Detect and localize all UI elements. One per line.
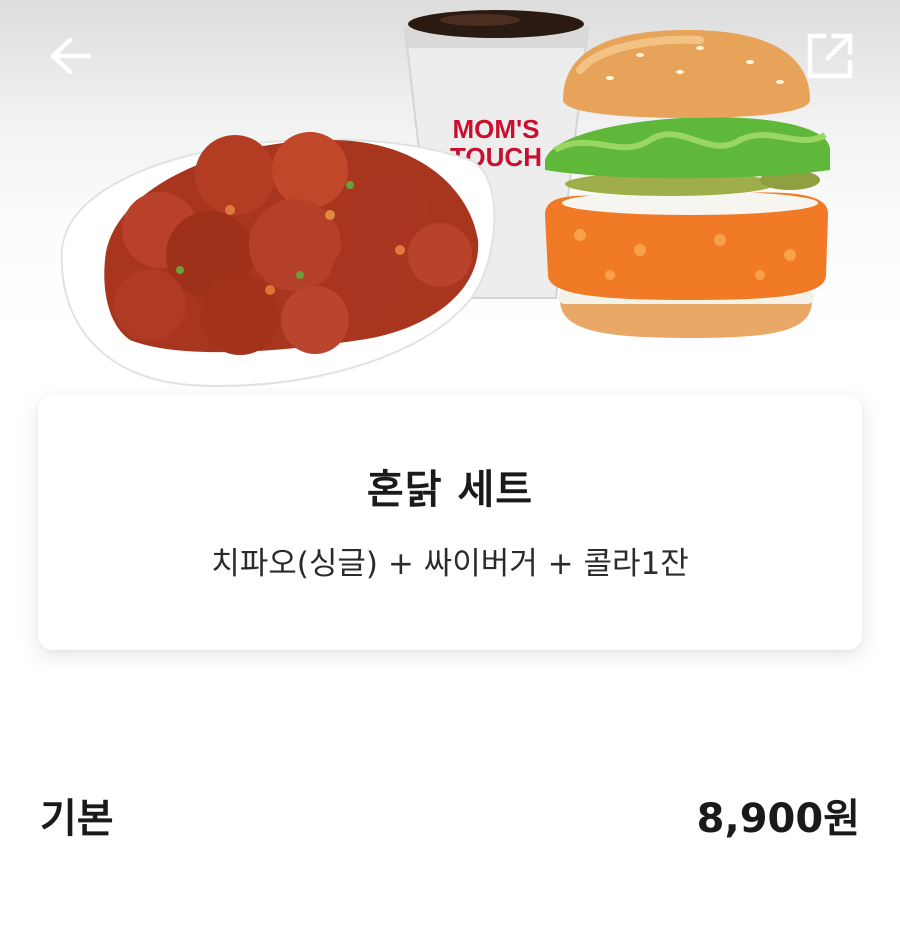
product-info-card: 혼닭 세트 치파오(싱글) + 싸이버거 + 콜라1잔 [38,395,862,650]
arrow-left-icon [50,37,92,75]
cup-brand-line1: MOM'S [452,114,539,144]
price-row: 기본 8,900원 [40,785,860,845]
back-button[interactable] [44,30,96,82]
chicken-bowl-image [60,132,496,387]
share-external-icon [807,32,854,79]
burger-image [545,30,830,338]
price-label: 기본 [40,796,114,842]
price-value: 8,900원 [696,796,860,842]
product-title: 혼닭 세트 [366,467,534,513]
product-description: 치파오(싱글) + 싸이버거 + 콜라1잔 [211,546,689,582]
share-button[interactable] [802,28,858,84]
